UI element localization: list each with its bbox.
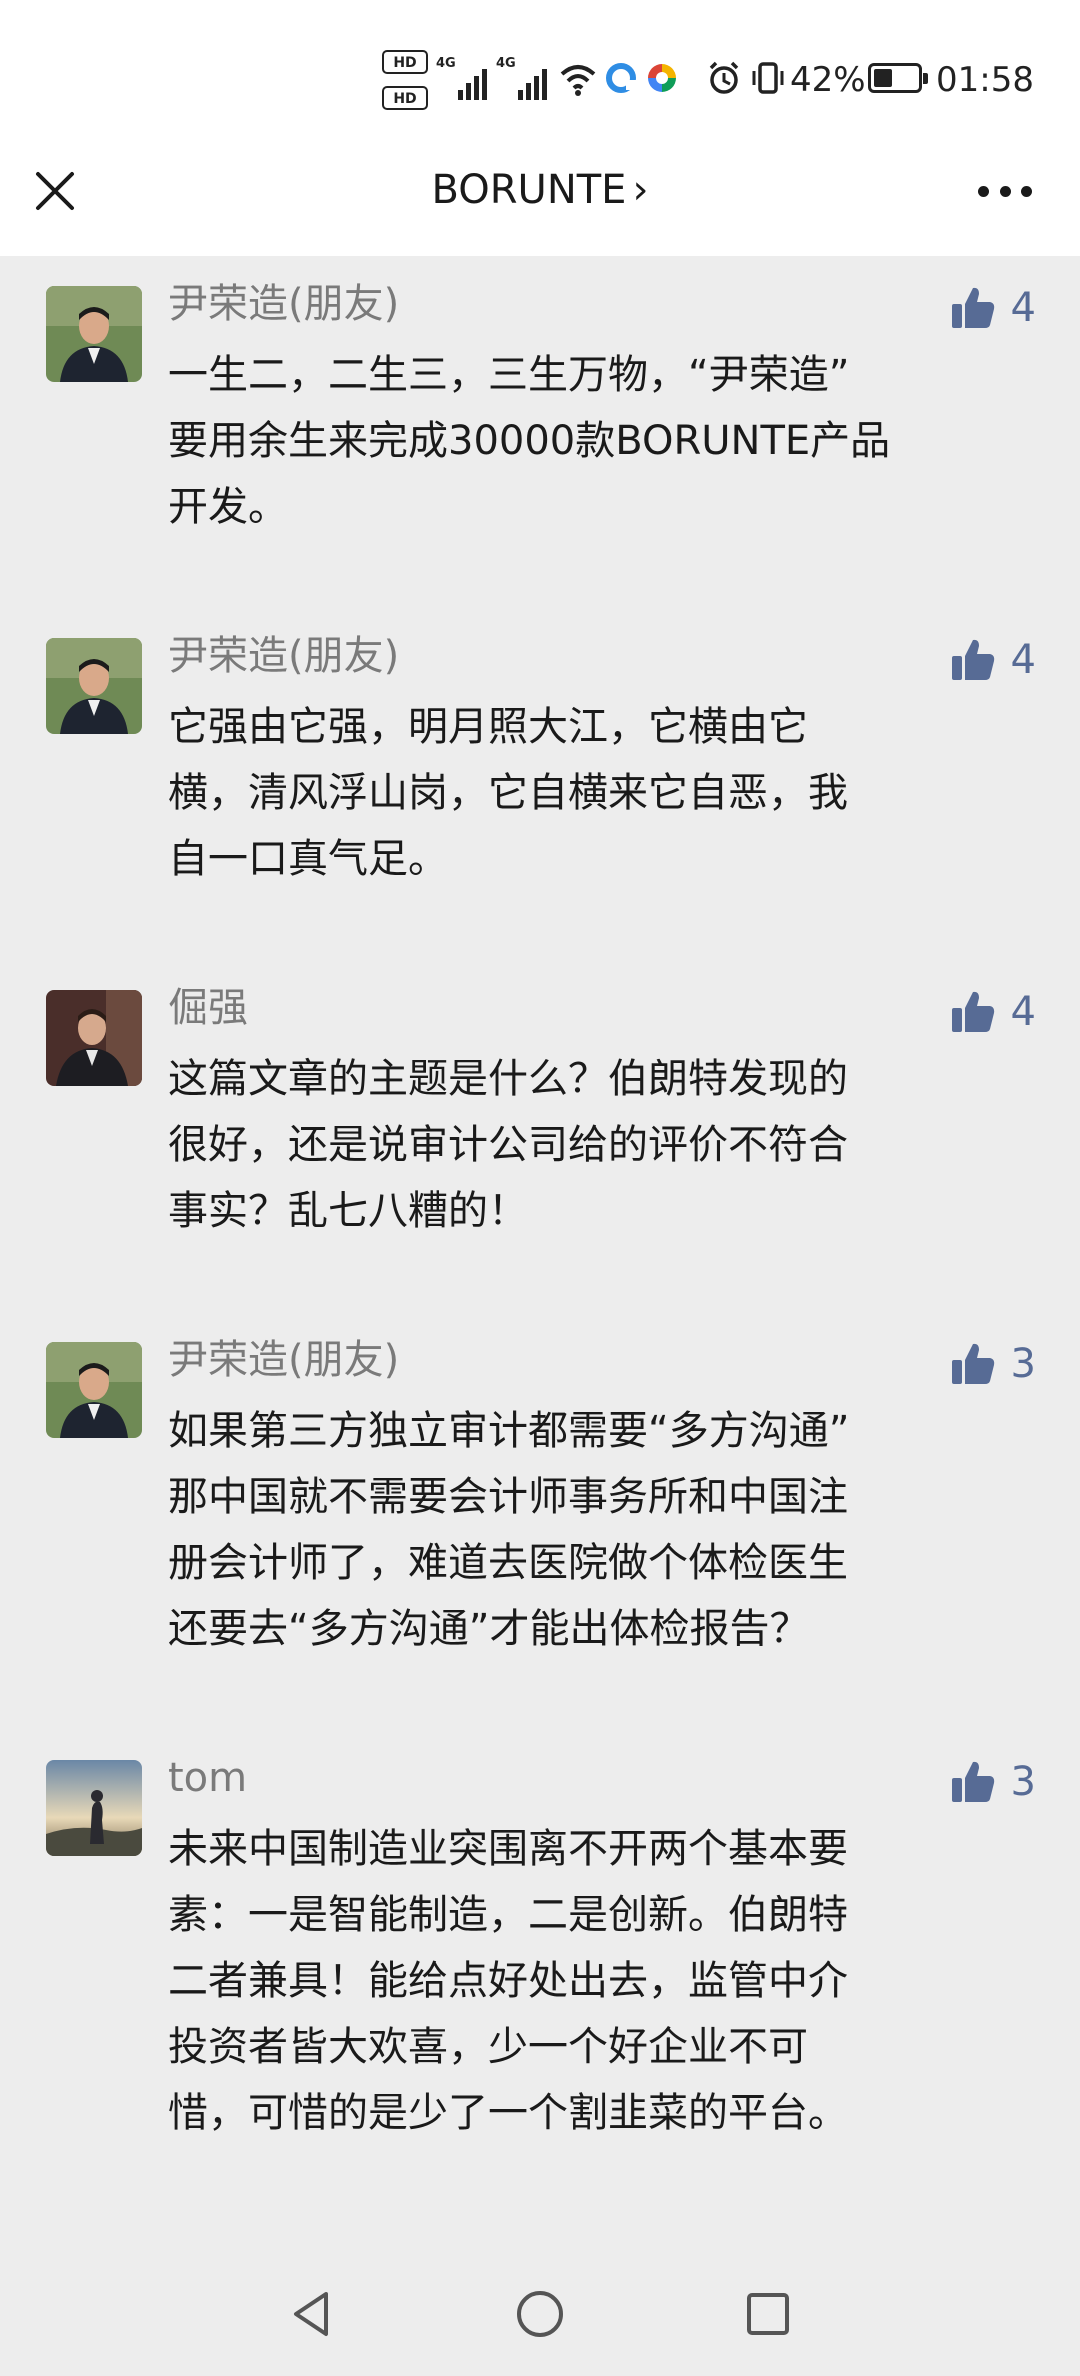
thumbs-up-icon: [951, 1343, 994, 1384]
comment-text: 如果第三方独立审计都需要“多方沟通” 那中国就不需要会计师事务所和中国注 册会计…: [168, 1408, 850, 1652]
comment-text: 它强由它强，明月照大江，它横由它 横，清风浮山岗，它自横来它自恶，我 自一口真气…: [168, 704, 848, 882]
thumbs-up-icon: [951, 639, 994, 680]
thumbs-up-icon: [951, 1761, 994, 1802]
alarm-icon: [709, 61, 739, 94]
back-triangle-icon[interactable]: [282, 2284, 342, 2344]
like-button[interactable]: 3: [949, 1338, 1036, 1390]
like-button[interactable]: 3: [949, 1756, 1036, 1808]
recents-square-icon[interactable]: [738, 2284, 798, 2344]
home-circle-icon[interactable]: [510, 2284, 570, 2344]
page-title[interactable]: BORUNTE ›: [300, 164, 780, 216]
like-count: 3: [1010, 1341, 1036, 1387]
app-notification-icon-1: [606, 63, 636, 93]
avatar[interactable]: [46, 638, 142, 734]
system-nav-bar: [0, 2256, 1080, 2376]
battery-percent: 42%: [790, 60, 866, 100]
page-title-text: BORUNTE: [431, 167, 627, 213]
like-button[interactable]: 4: [949, 282, 1036, 334]
vibrate-icon: [752, 62, 784, 94]
thumbs-up-icon: [951, 991, 994, 1032]
status-bar: HD HD 4G 4G 42% 01:58: [0, 40, 1080, 120]
comment-author[interactable]: 尹荣造(朋友): [168, 1334, 399, 1386]
comment-text: 一生二，二生三，三生万物，“尹荣造” 要用余生来完成30000款BORUNTE产…: [168, 352, 891, 530]
comment-text: 未来中国制造业突围离不开两个基本要 素：一是智能制造，二是创新。伯朗特 二者兼具…: [168, 1826, 848, 2136]
thumbs-up-icon: [951, 287, 994, 328]
comment-author[interactable]: 尹荣造(朋友): [168, 278, 399, 330]
comment-author[interactable]: tom: [168, 1752, 247, 1804]
chevron-right-icon: ›: [632, 167, 649, 213]
avatar[interactable]: [46, 286, 142, 382]
like-count: 4: [1010, 637, 1036, 683]
app-notification-icon-2: [648, 64, 676, 92]
close-icon[interactable]: [26, 162, 84, 220]
hd-badge-2: HD: [382, 86, 428, 110]
like-count: 3: [1010, 1759, 1036, 1805]
like-count: 4: [1010, 989, 1036, 1035]
top-area: HD HD 4G 4G 42% 01:58 BORUNTE ›: [0, 0, 1080, 256]
avatar[interactable]: [46, 1760, 142, 1856]
comment-author[interactable]: 倔强: [168, 982, 248, 1034]
nav-bar: BORUNTE ›: [0, 136, 1080, 246]
avatar[interactable]: [46, 990, 142, 1086]
avatar[interactable]: [46, 1342, 142, 1438]
more-icon[interactable]: [970, 166, 1040, 216]
hd-badge-1: HD: [382, 50, 428, 74]
wifi-icon: [560, 65, 596, 96]
battery-icon: [868, 63, 928, 93]
signal-icon-1: 4G: [436, 56, 494, 100]
clock: 01:58: [936, 60, 1034, 100]
like-button[interactable]: 4: [949, 634, 1036, 686]
signal-icon-2: 4G: [496, 56, 554, 100]
comment-text: 这篇文章的主题是什么？伯朗特发现的 很好，还是说审计公司给的评价不符合 事实？乱…: [168, 1056, 848, 1234]
comment-author[interactable]: 尹荣造(朋友): [168, 630, 399, 682]
hd-badges: HD HD: [382, 50, 428, 110]
like-count: 4: [1010, 285, 1036, 331]
like-button[interactable]: 4: [949, 986, 1036, 1038]
